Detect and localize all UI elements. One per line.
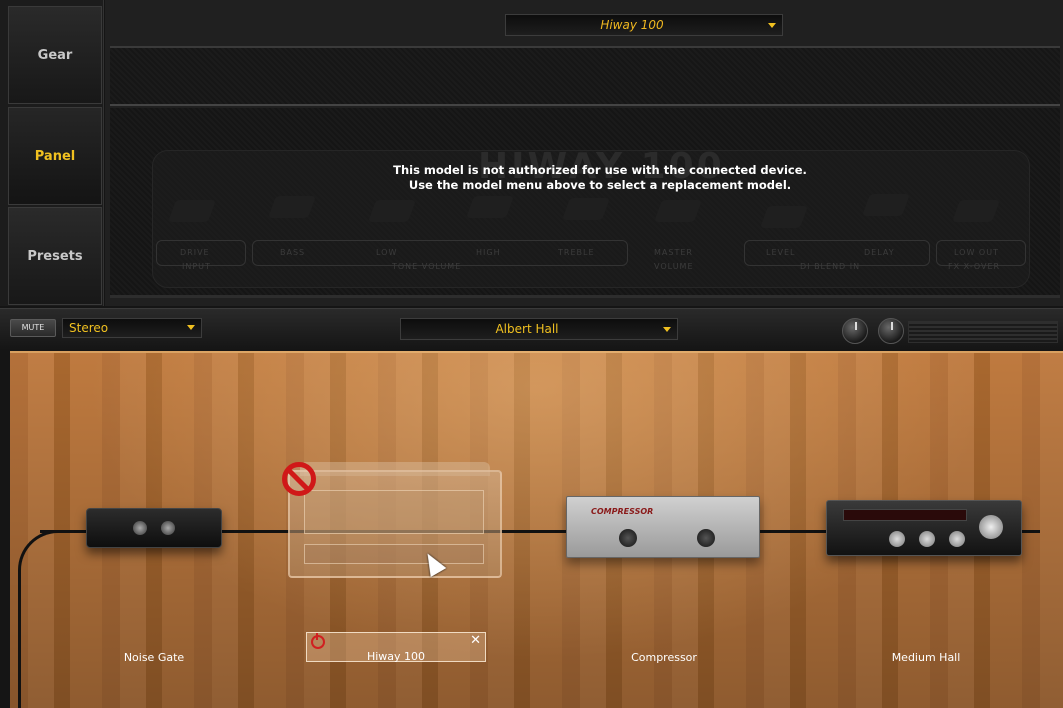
sidebar-item-label: Gear — [37, 47, 73, 63]
knob-icon — [919, 531, 935, 547]
amp-label-di-blend: DI BLEND IN — [800, 262, 861, 271]
amp-label-delay: DELAY — [864, 248, 895, 257]
reverb-device[interactable] — [826, 500, 1022, 556]
amp-knob-low — [367, 200, 417, 222]
amp-top-grille — [110, 46, 1060, 106]
knob-icon — [889, 531, 905, 547]
amp-label-tone-volume: TONE VOLUME — [392, 262, 462, 271]
sidebar-item-panel[interactable]: Panel — [8, 107, 102, 205]
knob-icon — [697, 529, 715, 547]
notice-line-2: Use the model menu above to select a rep… — [408, 178, 792, 192]
room-dropdown[interactable]: Albert Hall — [400, 318, 678, 340]
level-meter — [908, 321, 1058, 343]
amp-label-level: LEVEL — [766, 248, 796, 257]
sidebar-item-label: Panel — [34, 148, 76, 164]
close-icon[interactable]: ✕ — [470, 633, 481, 648]
sidebar-item-gear[interactable]: Gear — [8, 6, 102, 104]
unauthorized-model-notice: This model is not authorized for use wit… — [330, 163, 870, 193]
amp-knob-master — [653, 200, 703, 222]
slot-label-compressor[interactable]: Compressor — [584, 651, 744, 664]
prohibited-icon — [282, 462, 316, 496]
slot-label-hiway: Hiway 100 — [366, 650, 426, 663]
chevron-down-icon — [187, 325, 195, 330]
compressor-plate-label: COMPRESSOR — [591, 507, 654, 516]
output-level-knob[interactable] — [878, 318, 904, 344]
mute-button[interactable]: MUTE — [10, 319, 56, 337]
amp-grill — [304, 490, 484, 534]
amp-knob-drive — [167, 200, 217, 222]
output-mode-value: Stereo — [69, 321, 109, 335]
amp-label-treble: TREBLE — [558, 248, 595, 257]
amp-knob-high — [465, 196, 515, 218]
input-level-knob[interactable] — [842, 318, 868, 344]
room-value: Albert Hall — [495, 322, 559, 336]
chevron-down-icon — [768, 23, 776, 28]
rig-toolbar: MUTE Stereo Albert Hall — [0, 308, 1063, 350]
amp-label-fx-xover: FX X-OVER — [948, 262, 1001, 271]
amp-knob-delay — [861, 194, 911, 216]
amp-label-input: INPUT — [182, 262, 211, 271]
output-mode-dropdown[interactable]: Stereo — [62, 318, 202, 338]
reverb-display — [843, 509, 967, 521]
chevron-down-icon — [663, 327, 671, 332]
amp-front-panel — [304, 544, 484, 564]
amp-model-value: Hiway 100 — [600, 18, 664, 32]
knob-icon — [979, 515, 1003, 539]
amp-label-low-out: LOW OUT — [954, 248, 999, 257]
slot-label-noise-gate[interactable]: Noise Gate — [74, 651, 234, 664]
amp-label-master: MASTER — [654, 248, 693, 257]
amp-knob-lowout — [951, 200, 1001, 222]
compressor-device[interactable]: COMPRESSOR — [566, 496, 760, 558]
noise-gate-device[interactable] — [86, 508, 222, 548]
knob-icon — [133, 521, 147, 535]
sidebar-item-label: Presets — [27, 248, 83, 264]
amp-label-low: LOW — [376, 248, 398, 257]
slot-label-medium-hall[interactable]: Medium Hall — [846, 651, 1006, 664]
amp-knob-bass — [267, 196, 317, 218]
selected-slot-hiway[interactable]: ✕ Hiway 100 — [306, 632, 486, 663]
app-window: Gear Panel Presets Hiway 100 HIWAY 100 D… — [0, 0, 1063, 708]
amp-knob-level — [759, 206, 809, 228]
amp-label-bass: BASS — [280, 248, 306, 257]
amp-label-high: HIGH — [476, 248, 501, 257]
power-icon[interactable] — [311, 633, 325, 649]
amp-knob-treble — [561, 198, 611, 220]
amp-label-drive: DRIVE — [180, 248, 210, 257]
input-cable — [18, 530, 78, 708]
knob-icon — [161, 521, 175, 535]
amp-model-dropdown[interactable]: Hiway 100 — [505, 14, 783, 36]
hiway-amp-device[interactable] — [288, 470, 502, 578]
amp-label-volume: VOLUME — [654, 262, 694, 271]
sidebar: Gear Panel Presets — [0, 0, 104, 306]
knob-icon — [619, 529, 637, 547]
knob-icon — [949, 531, 965, 547]
notice-line-1: This model is not authorized for use wit… — [393, 163, 807, 177]
sidebar-item-presets[interactable]: Presets — [8, 207, 102, 305]
